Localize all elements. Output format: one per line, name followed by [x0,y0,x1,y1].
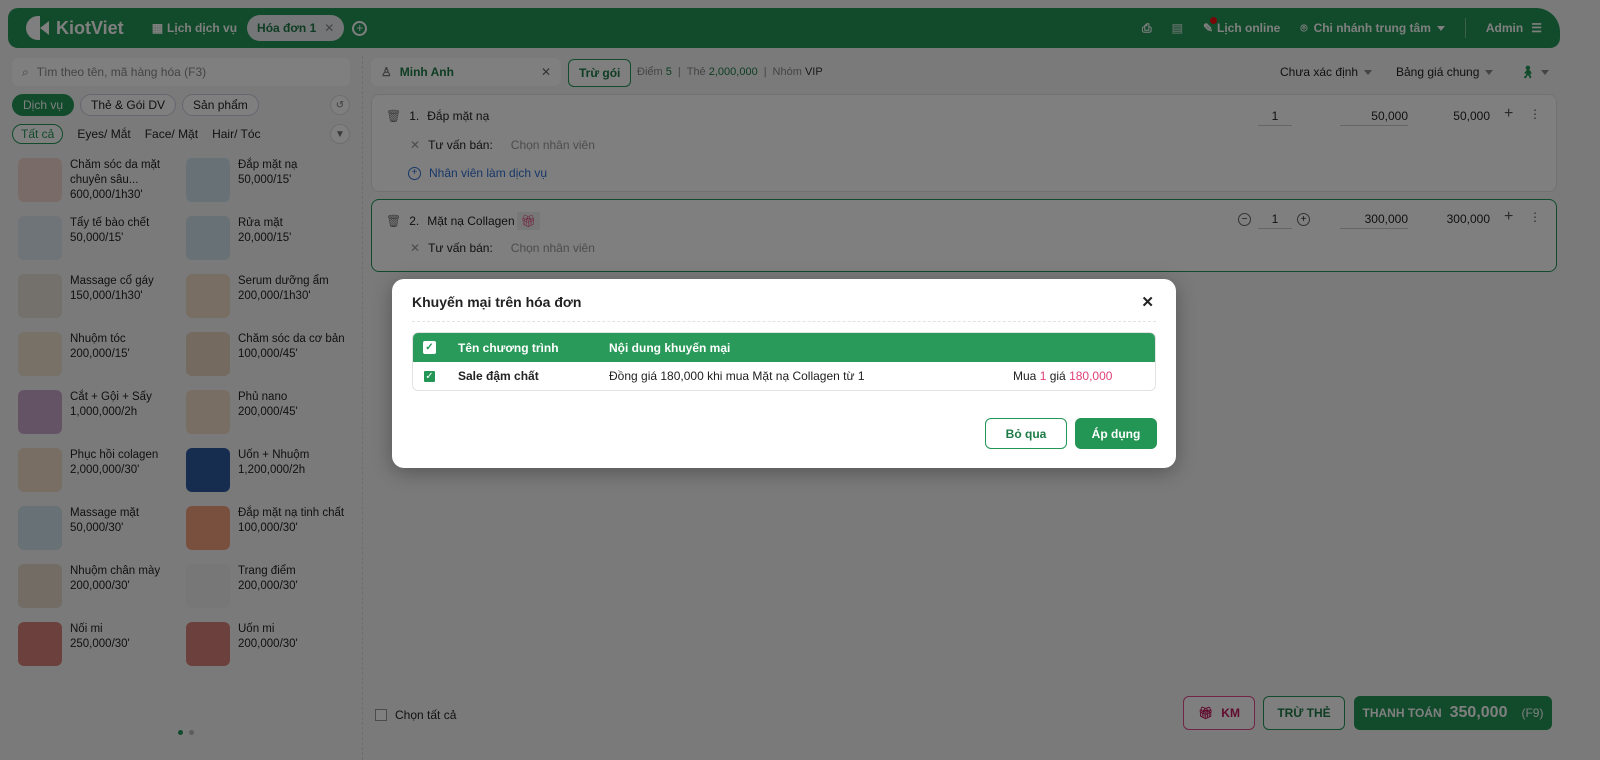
promotion-content: Đồng giá 180,000 khi mua Mặt nạ Collagen… [609,369,865,383]
divider [412,321,1156,322]
table-header: ✓ Tên chương trình Nội dung khuyến mại [413,333,1155,362]
promotion-table: ✓ Tên chương trình Nội dung khuyến mại ✓… [412,332,1156,391]
table-row: ✓ Sale đậm chất Đồng giá 180,000 khi mua… [413,362,1155,390]
buy-label: Mua [1013,369,1037,383]
skip-button[interactable]: Bỏ qua [985,418,1067,449]
dialog-title: Khuyến mại trên hóa đơn [412,294,582,310]
promotion-detail: Mua 1 giá 180,000 [1013,369,1112,383]
apply-button[interactable]: Áp dụng [1075,418,1157,449]
buy-qty: 1 [1039,369,1047,383]
promotion-dialog: Khuyến mại trên hóa đơn ✕ ✓ Tên chương t… [392,279,1176,468]
price-word: giá [1049,369,1066,383]
column-header-content: Nội dung khuyến mại [609,340,731,355]
close-icon[interactable]: ✕ [1141,293,1154,311]
promo-price: 180,000 [1069,369,1113,383]
column-header-name: Tên chương trình [458,340,559,355]
row-checkbox[interactable]: ✓ [423,369,436,383]
select-all-checkbox[interactable]: ✓ [423,341,436,354]
promotion-name: Sale đậm chất [458,369,539,383]
